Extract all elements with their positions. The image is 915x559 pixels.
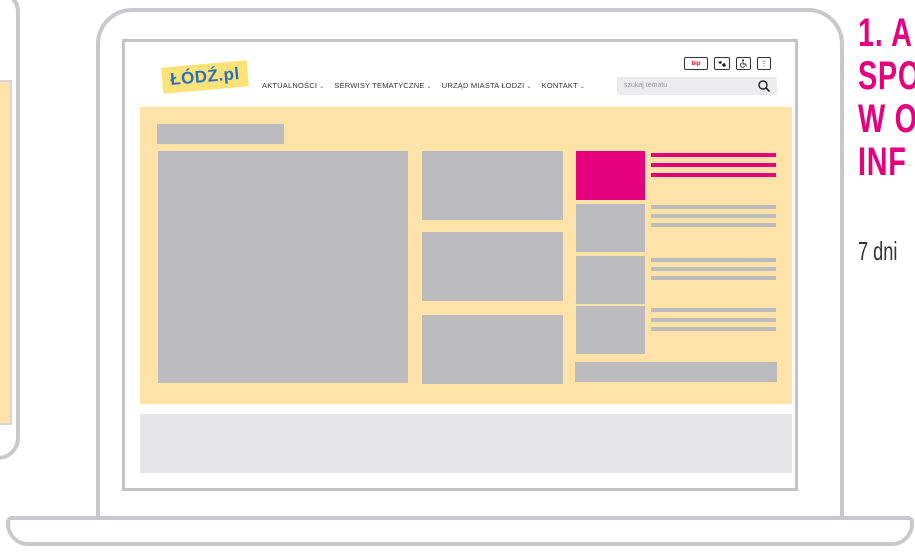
- bip-icon[interactable]: bip: [684, 57, 708, 70]
- news-text-line: [651, 258, 776, 262]
- news-text-line: [651, 308, 776, 312]
- sign-language-icon[interactable]: [714, 57, 730, 70]
- main-navigation: AKTUALNOŚCI ⌄ SERWISY TEMATYCZNE ⌄ URZĄD M…: [262, 81, 595, 90]
- search-placeholder: szukaj tematu: [624, 82, 668, 89]
- news-text-line: [651, 223, 776, 227]
- more-news-button-placeholder[interactable]: [575, 362, 777, 382]
- nav-label: AKTUALNOŚCI: [262, 81, 318, 90]
- accessibility-icon[interactable]: [736, 57, 751, 70]
- news-thumbnail-placeholder[interactable]: [576, 256, 645, 304]
- site-footer: [140, 414, 792, 473]
- nav-item-urzad-miasta[interactable]: URZĄD MIASTA ŁODZI ⌄: [442, 81, 532, 90]
- featured-article-placeholder[interactable]: [158, 151, 408, 383]
- side-subtitle: 7 dni: [858, 236, 898, 266]
- wheelchair-glyph: [739, 59, 747, 68]
- tablet-screen: [0, 80, 12, 425]
- article-tile-placeholder[interactable]: [422, 151, 563, 220]
- more-options-icon[interactable]: ⋮: [757, 57, 771, 70]
- news-thumbnail-placeholder[interactable]: [576, 204, 645, 252]
- news-text-line: [651, 214, 776, 218]
- highlighted-news-thumbnail[interactable]: [576, 151, 645, 200]
- section-title-placeholder: [157, 124, 284, 144]
- nav-label: KONTAKT: [541, 81, 578, 90]
- nav-label: SERWISY TEMATYCZNE: [334, 81, 425, 90]
- highlighted-news-text-line: [651, 163, 776, 167]
- news-text-line: [651, 267, 776, 271]
- news-text-line: [651, 205, 776, 209]
- nav-label: URZĄD MIASTA ŁODZI: [441, 81, 525, 90]
- chevron-down-icon: ⌄: [526, 84, 532, 90]
- search-icon[interactable]: [757, 79, 771, 93]
- bip-label: bip: [691, 60, 701, 67]
- article-tile-placeholder[interactable]: [422, 232, 563, 301]
- news-thumbnail-placeholder[interactable]: [576, 306, 645, 354]
- side-headline: 1. A SPO W O INF: [858, 11, 915, 184]
- content-area: [140, 107, 792, 404]
- laptop-base: [6, 516, 914, 546]
- highlighted-news-text-line: [651, 153, 776, 157]
- sign-language-glyph: [718, 60, 726, 67]
- article-tile-placeholder[interactable]: [422, 315, 563, 384]
- chevron-down-icon: ⌄: [579, 84, 586, 90]
- nav-item-kontakt[interactable]: KONTAKT ⌄: [542, 81, 586, 90]
- nav-item-serwisy-tematyczne[interactable]: SERWISY TEMATYCZNE ⌄: [334, 81, 431, 90]
- highlighted-news-text-line: [651, 173, 776, 177]
- nav-item-aktualnosci[interactable]: AKTUALNOŚCI ⌄: [262, 81, 324, 90]
- news-text-line: [651, 327, 776, 331]
- chevron-down-icon: ⌄: [319, 84, 325, 90]
- chevron-down-icon: ⌄: [426, 84, 432, 90]
- news-text-line: [651, 318, 776, 322]
- news-text-line: [651, 276, 776, 280]
